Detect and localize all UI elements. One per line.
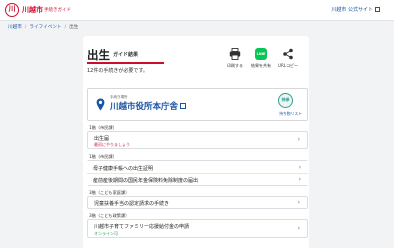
procedure-title: 産前産後期間の国民年金保険料免除制度の届出 <box>93 178 199 184</box>
breadcrumb-separator: / <box>64 25 67 30</box>
office-name-link[interactable]: 川越市役所本庁舎 <box>110 100 187 112</box>
line-share-label: 結果を共有 <box>251 63 271 68</box>
procedure-item[interactable]: 母子健康手帳への出生証明 › <box>87 161 308 173</box>
official-site-label: 川越市 公式サイト <box>331 7 373 13</box>
procedure-item[interactable]: 産前産後期間の国民年金保険料免除制度の届出 › <box>87 173 308 185</box>
share-link-icon <box>283 48 293 60</box>
printer-icon <box>229 48 241 60</box>
breadcrumb-item-current: 出生 <box>69 25 79 30</box>
url-copy-button[interactable]: URLコピー <box>276 47 300 69</box>
top-header: 川 川越市 手続きガイド 川越市 公式サイト <box>0 0 394 21</box>
chevron-right-icon: › <box>298 176 301 183</box>
chevron-right-icon: › <box>297 136 300 143</box>
print-label: 印刷する <box>227 63 243 68</box>
print-button[interactable]: 印刷する <box>223 47 247 69</box>
procedure-title: 児童扶養手当の認定請求の手続き <box>94 201 170 207</box>
title-underline <box>87 62 164 64</box>
procedure-item[interactable]: 川越市子育てファミリー応援給付金の申請 オンライン可 › <box>87 219 308 238</box>
logo-name[interactable]: 川越市 <box>22 5 43 15</box>
location-pin-icon <box>96 98 105 111</box>
url-copy-label: URLコピー <box>278 63 298 68</box>
breadcrumb-item-life-events[interactable]: ライフイベント <box>29 25 61 30</box>
procedure-title: 母子健康手帳への出生証明 <box>93 166 154 172</box>
office-location-box: 手続き場所 川越市役所本庁舎 持参 持ち物リスト <box>87 88 308 121</box>
procedure-item[interactable]: 児童扶養手当の認定請求の手続き › <box>87 196 308 209</box>
office-name-label: 川越市役所本庁舎 <box>110 102 179 112</box>
procedure-item[interactable]: 出生届 最初にやりましょう › <box>87 131 308 149</box>
bring-items-link[interactable]: 持ち物リスト <box>279 111 302 117</box>
chevron-right-icon: › <box>297 225 300 232</box>
breadcrumb-separator: / <box>24 25 27 30</box>
procedure-note: 最初にやりましょう <box>94 142 130 147</box>
city-logo-icon[interactable]: 川 <box>5 3 19 17</box>
chevron-right-icon: › <box>298 164 301 171</box>
line-app-icon: LINE <box>255 48 267 60</box>
chevron-right-icon: › <box>297 199 300 206</box>
page-title: 出生 <box>87 48 110 62</box>
line-share-button[interactable]: LINE 結果を共有 <box>249 47 273 69</box>
results-card: 出生 ガイド結果 12件の手続きが必要です。 印刷する LINE 結果を共有 U… <box>83 36 309 248</box>
bring-items-icon[interactable]: 持参 <box>278 93 293 108</box>
official-site-link[interactable]: 川越市 公式サイト <box>331 6 380 13</box>
breadcrumb: 川越市 / ライフイベント / 出生 <box>8 24 78 30</box>
external-link-icon <box>375 6 380 12</box>
breadcrumb-item-home[interactable]: 川越市 <box>8 25 22 30</box>
procedure-count: 12件の手続きが必要です。 <box>87 68 148 74</box>
external-link-icon <box>180 103 187 109</box>
logo-subtitle: 手続きガイド <box>44 8 71 13</box>
procedure-title: 出生届 <box>94 136 110 142</box>
procedure-title: 川越市子育てファミリー応援給付金の申請 <box>94 224 190 230</box>
page-subtitle: ガイド結果 <box>113 52 139 58</box>
procedure-note: オンライン可 <box>94 231 118 236</box>
